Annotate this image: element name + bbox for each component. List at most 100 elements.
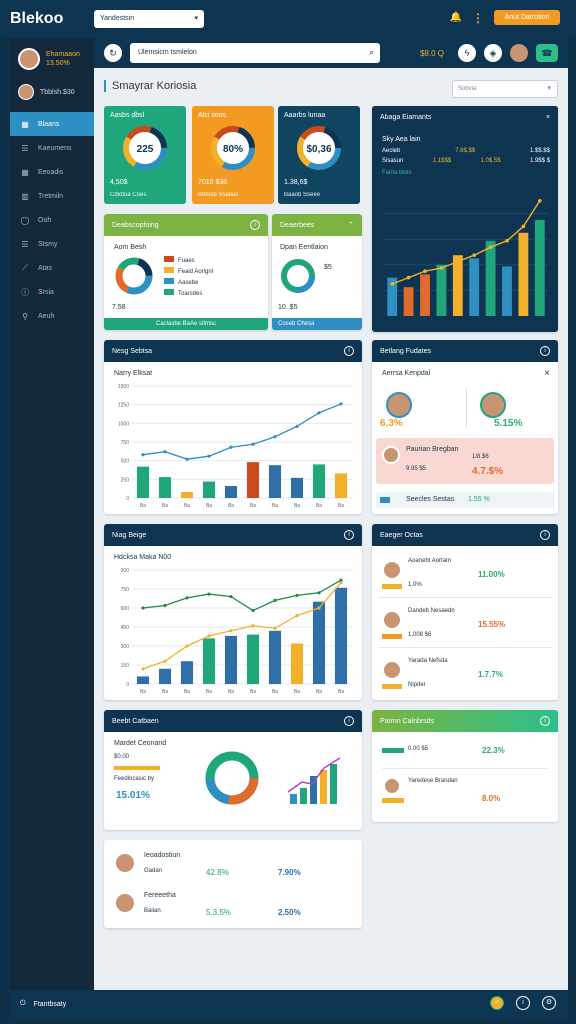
filter-select[interactable]: Sobvia ▾ [452, 80, 558, 98]
chart-icon: ⟋ [22, 263, 28, 272]
hl-name: Paurian Bregban [406, 446, 459, 453]
item-v1: 42.8% [206, 868, 229, 877]
bar [403, 287, 414, 316]
settings-icon[interactable]: ⚙ [542, 996, 556, 1010]
info-icon[interactable]: i [540, 716, 550, 726]
y-tick-label: 1500 [118, 384, 129, 390]
info-icon[interactable]: i [540, 530, 550, 540]
profile-pct: 5.15% [494, 418, 523, 429]
y-tick-label: 300 [121, 644, 130, 650]
card-title: Nesg Sebtsa [112, 347, 153, 355]
sidebar-item[interactable]: ▦ Blaans [10, 112, 94, 136]
kpi-sub: Cdiotoa Coes [110, 192, 147, 198]
sidebar-item[interactable]: ▦ Eeoadis [10, 160, 94, 184]
bell-icon[interactable]: 🔔 [450, 12, 462, 23]
check-icon[interactable]: ✓ [490, 996, 504, 1010]
breakdown-footer[interactable]: Caclasbe BaAe stimsc [104, 318, 268, 330]
kpi-sub: Baaob Sseee [284, 192, 321, 198]
list-item[interactable]: Fereeetha Baiian 5.3.5% 2.50% [110, 888, 356, 922]
swatch [382, 584, 402, 589]
y-tick-label: 1250 [118, 403, 129, 409]
legend-swatch [164, 256, 174, 262]
workspace-select[interactable]: Yandestsin ▾ [94, 10, 204, 28]
dist-footer[interactable]: Coseb Chesa [272, 318, 362, 330]
breakdown-donut [115, 257, 153, 295]
list-item[interactable]: Ieoadostiun Gadan 42.8% 7.90% [110, 848, 356, 882]
bar [290, 643, 304, 684]
dist-total: 10. $5 [278, 304, 298, 311]
kpi-card[interactable]: Alci soos 80% 7010 $38 Bdmsb Ssabus [192, 106, 274, 204]
close-icon[interactable]: × [544, 368, 550, 379]
card-heading: Aom Besh [114, 244, 147, 251]
breakdown-card: Deabscopfoing i Aom Besh Fuaes Feaid Aorlg… [104, 214, 268, 330]
profile-pct: 6.3% [380, 418, 403, 429]
bar [436, 264, 447, 316]
point [141, 453, 145, 457]
info-icon[interactable]: i [344, 530, 354, 540]
workspace-item[interactable]: Tbblsh.$30 [10, 80, 94, 104]
more-icon[interactable]: ⋮ [472, 11, 484, 25]
bar [334, 587, 348, 684]
point [439, 266, 444, 270]
dist-value: $5 [324, 264, 332, 271]
big-link[interactable]: Fanta blots [382, 170, 412, 176]
top-action-button[interactable]: Anut Datrotion [494, 10, 560, 25]
chevron-up-icon[interactable]: ⌃ [348, 221, 354, 229]
sidebar-item[interactable]: ▥ Tretmiln [10, 184, 94, 208]
point [207, 634, 211, 638]
power-icon[interactable]: ⏻ [20, 1000, 26, 1008]
sidebar-item[interactable]: ◯ Ooh [10, 208, 94, 232]
bar [420, 274, 430, 316]
sub-label: Seecles Sestas [406, 496, 455, 503]
sidebar-item-label: Atas [38, 264, 53, 272]
point [251, 442, 255, 446]
person-pct: 1.7.7% [478, 670, 503, 679]
close-icon[interactable]: × [546, 114, 550, 121]
refresh-icon[interactable]: ↻ [104, 44, 122, 62]
hl-pct: 4.7.$% [472, 466, 504, 477]
kpi-center: $0,36 [306, 144, 331, 155]
shield-icon[interactable]: ◈ [484, 44, 502, 62]
list-item[interactable]: Aoanebt Aortam 1.0% 11.00% [378, 554, 552, 598]
small-value: $0.00 [114, 754, 130, 760]
kpi-value: 7010 $38 [198, 179, 228, 186]
info-icon[interactable]: i [344, 716, 354, 726]
info-icon[interactable]: i [540, 346, 550, 356]
info-icon[interactable]: i [344, 346, 354, 356]
kpi-card[interactable]: Aaarbs lunaa $0,36 1.38,6$ Baaob Sseee [278, 106, 360, 204]
sidebar-item-label: Kaeumens [38, 144, 72, 152]
table-icon: ▦ [21, 119, 29, 129]
list-item[interactable]: Dandeb Nesaedn 1,008 $6 15.55% [378, 604, 552, 648]
list-icon: ☰ [21, 143, 29, 153]
point [390, 282, 394, 286]
y-tick-label: 500 [121, 459, 130, 465]
person-name: Yarada Nefsda [408, 658, 448, 664]
sidebar-item-label: Srsia [38, 288, 54, 296]
lightning-icon[interactable]: ϟ [458, 44, 476, 62]
point [456, 259, 460, 264]
y-tick-label: 0 [126, 496, 129, 502]
list-item[interactable]: Yarada Nefsda Nipder 1.7.7% [378, 654, 552, 698]
bar [224, 635, 238, 684]
highlight-row[interactable]: Paurian Bregban 9.95 $5 1/8.$6 4.7.$% [376, 438, 554, 484]
info-icon[interactable]: i [516, 996, 530, 1010]
sidebar-profile[interactable]: Ehamaaon 13.50% [10, 38, 94, 80]
sidebar-item[interactable]: ⟋ Atas [10, 256, 94, 280]
kpi-card[interactable]: Aasbs dbsl 225 4,50$ Cdiotoa Coes [104, 106, 186, 204]
sidebar-item[interactable]: ⚲ Aeuh [10, 304, 94, 328]
point [251, 624, 255, 628]
status-value: $8.0 Q [419, 48, 444, 58]
info-icon[interactable]: i [250, 220, 260, 230]
point [163, 603, 167, 608]
legend-swatch [164, 289, 174, 295]
sidebar-item[interactable]: ☰ Stsmy [10, 232, 94, 256]
chat-icon[interactable]: ☎ [536, 44, 558, 62]
small-pct: 15.01% [116, 790, 150, 801]
sidebar-item[interactable]: ☰ Kaeumens [10, 136, 94, 160]
small-donut [205, 751, 259, 805]
avatar[interactable] [510, 44, 528, 62]
sub-row[interactable]: Seecles Sestas 1.55 % [376, 492, 554, 508]
kpi-value: 4,50$ [110, 179, 128, 186]
sidebar-item[interactable]: ⓘ Srsia [10, 280, 94, 304]
search-input[interactable]: Ulemsicm tsmlelon ⌕ [130, 43, 380, 63]
